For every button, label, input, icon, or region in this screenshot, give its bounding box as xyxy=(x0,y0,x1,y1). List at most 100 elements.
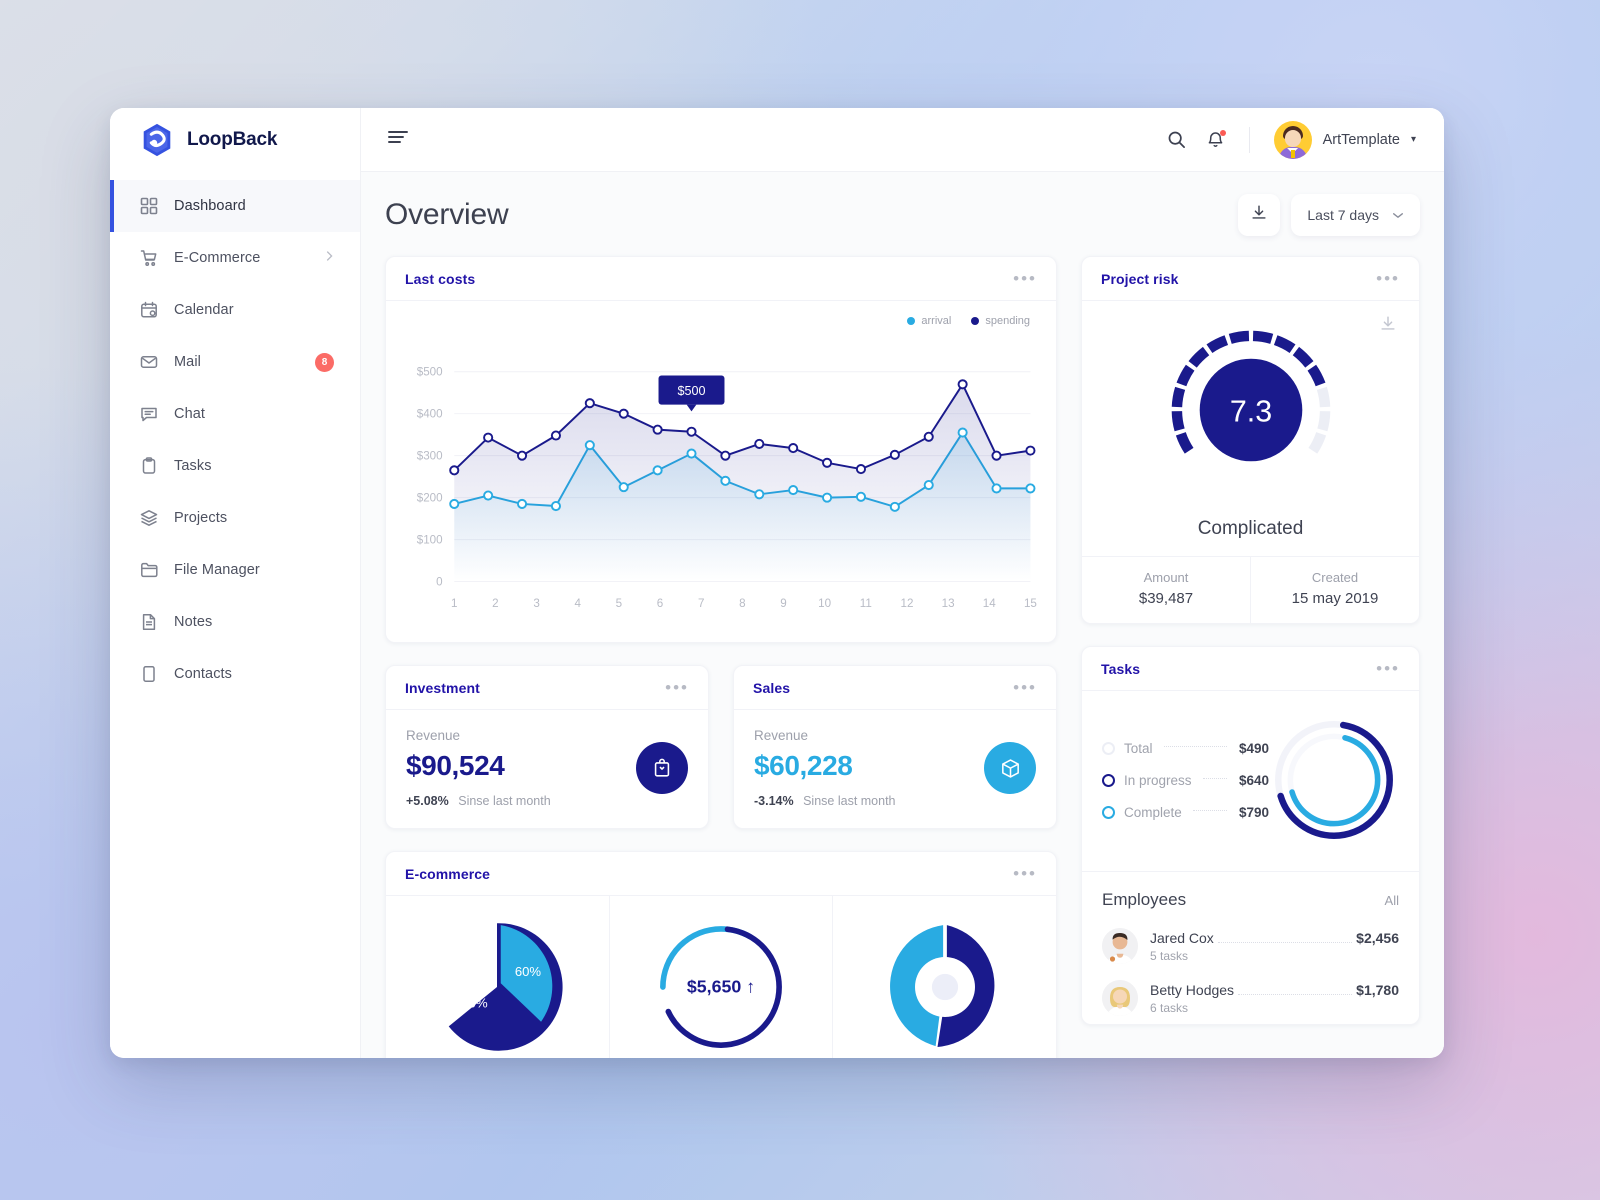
download-icon[interactable] xyxy=(1379,315,1397,338)
page-title: Overview xyxy=(385,198,509,231)
layers-icon xyxy=(140,509,158,527)
chart-tooltip: $500 xyxy=(658,375,725,412)
search-icon[interactable] xyxy=(1167,130,1186,149)
task-label: Complete xyxy=(1124,804,1182,820)
svg-text:$100: $100 xyxy=(417,533,443,546)
page-content: Overview Last 7 days Last costs ••• arri… xyxy=(361,172,1444,1058)
investment-card: Investment ••• Revenue $90,524 +5.08% Si… xyxy=(385,665,709,829)
card-menu-button[interactable]: ••• xyxy=(1376,270,1400,287)
risk-amount: Amount $39,487 xyxy=(1082,557,1250,623)
legend-label: arrival xyxy=(921,315,952,327)
employees-all-link[interactable]: All xyxy=(1385,893,1399,908)
sidebar-nav: Dashboard E-Commerce Calendar Mail 8 Cha… xyxy=(110,172,360,700)
main-area: ArtTemplate ▾ Overview Last 7 days Last … xyxy=(361,108,1444,1058)
brand-logo[interactable]: LoopBack xyxy=(110,108,360,172)
sidebar-item-file-manager[interactable]: File Manager xyxy=(110,544,360,596)
sidebar-item-notes[interactable]: Notes xyxy=(110,596,360,648)
svg-text:10: 10 xyxy=(818,597,831,610)
sidebar-item-label: Tasks xyxy=(174,458,212,474)
sales-card: Sales ••• Revenue $60,228 -3.14% Sinse l… xyxy=(733,665,1057,829)
risk-footer: Amount $39,487 Created 15 may 2019 xyxy=(1082,556,1419,623)
employees-section: Employees All Jared Cox $2,456 5 tasks B… xyxy=(1082,871,1419,1024)
card-menu-button[interactable]: ••• xyxy=(1013,865,1037,882)
card-body: Revenue $90,524 +5.08% Sinse last month xyxy=(386,710,708,828)
svg-text:8: 8 xyxy=(739,597,745,610)
sidebar-item-label: Dashboard xyxy=(174,198,246,214)
divider xyxy=(1248,126,1250,153)
notification-dot xyxy=(1219,130,1226,136)
status-ring xyxy=(1102,805,1115,819)
sidebar-item-dashboard[interactable]: Dashboard xyxy=(110,180,360,232)
user-menu[interactable]: ArtTemplate ▾ xyxy=(1273,120,1416,159)
task-row: Total $490 xyxy=(1102,741,1269,756)
card-menu-button[interactable]: ••• xyxy=(1013,679,1037,696)
kpi-value: $90,524 xyxy=(406,750,505,781)
svg-text:7: 7 xyxy=(698,597,704,610)
kpi-row: Investment ••• Revenue $90,524 +5.08% Si… xyxy=(385,665,1057,829)
employee-tasks: 6 tasks xyxy=(1150,1000,1189,1015)
bell-icon[interactable] xyxy=(1206,130,1226,149)
tasks-donut xyxy=(1275,721,1393,839)
sidebar-item-projects[interactable]: Projects xyxy=(110,492,360,544)
dashboard-grid: Last costs ••• arrival spending $500 $40… xyxy=(385,256,1420,1058)
right-column: Project risk ••• 7.3 Complicated Amount … xyxy=(1081,256,1420,1025)
employee-row[interactable]: Betty Hodges $1,780 6 tasks xyxy=(1082,972,1419,1024)
pie-label-1: 60% xyxy=(515,964,542,979)
chart-legend: arrival spending xyxy=(907,315,1030,327)
hamburger-icon[interactable] xyxy=(387,129,409,150)
sidebar-item-label: File Manager xyxy=(174,562,260,578)
female-avatar xyxy=(1102,980,1138,1016)
card-menu-button[interactable]: ••• xyxy=(1376,660,1400,677)
cart-icon xyxy=(140,249,158,267)
employee-name: Betty Hodges xyxy=(1150,981,1235,998)
svg-text:2: 2 xyxy=(492,597,498,610)
tasks-body: Total $490 In progress $640 Complete $79… xyxy=(1082,691,1419,871)
svg-text:3: 3 xyxy=(533,597,539,610)
card-header: Project risk ••• xyxy=(1082,257,1419,301)
kpi-delta-value: +5.08% xyxy=(406,794,449,808)
topbar: ArtTemplate ▾ xyxy=(361,108,1444,172)
card-header: Sales ••• xyxy=(734,666,1056,710)
ecommerce-donut-cell: arrival spending xyxy=(832,896,1056,1058)
svg-text:$400: $400 xyxy=(417,408,443,421)
risk-score: 7.3 xyxy=(1229,394,1271,428)
task-row: Complete $790 xyxy=(1102,805,1269,820)
sidebar-item-tasks[interactable]: Tasks xyxy=(110,440,360,492)
card-title: Tasks xyxy=(1101,660,1141,677)
date-range-selector[interactable]: Last 7 days xyxy=(1291,194,1420,236)
card-header: Investment ••• xyxy=(386,666,708,710)
sidebar-item-label: E-Commerce xyxy=(174,250,261,266)
card-menu-button[interactable]: ••• xyxy=(665,679,689,696)
card-menu-button[interactable]: ••• xyxy=(1013,270,1037,287)
svg-text:6: 6 xyxy=(657,597,663,610)
pie-label-2: 60% xyxy=(462,996,489,1011)
created-value: 15 may 2019 xyxy=(1291,590,1379,607)
kpi-delta-value: -3.14% xyxy=(754,794,794,808)
card-body: 7.3 Complicated xyxy=(1082,301,1419,556)
box-icon xyxy=(984,742,1036,794)
sidebar: LoopBack Dashboard E-Commerce Calendar M… xyxy=(110,108,361,1058)
sidebar-item-contacts[interactable]: Contacts xyxy=(110,648,360,700)
clipboard-icon xyxy=(140,457,158,475)
chevron-down-icon: ▾ xyxy=(1410,134,1416,145)
folder-icon xyxy=(140,561,158,579)
project-risk-card: Project risk ••• 7.3 Complicated Amount … xyxy=(1081,256,1420,624)
sidebar-item-label: Projects xyxy=(174,510,228,526)
sidebar-item-label: Notes xyxy=(174,614,213,630)
status-ring xyxy=(1102,773,1115,787)
status-ring xyxy=(1102,741,1115,755)
employee-amount: $1,780 xyxy=(1356,981,1399,998)
task-value: $640 xyxy=(1238,772,1269,788)
legend-item-arrival: arrival xyxy=(907,315,951,327)
card-header: Tasks ••• xyxy=(1082,647,1419,691)
hexagon-loop-logo-icon xyxy=(138,121,176,159)
sidebar-item-mail[interactable]: Mail 8 xyxy=(110,336,360,388)
sidebar-item-chat[interactable]: Chat xyxy=(110,388,360,440)
last-costs-chart: arrival spending $500 $400 $300 $200 $100 0 1 2… xyxy=(386,301,1056,642)
kpi-delta-note: Sinse last month xyxy=(803,794,896,808)
employee-tasks: 5 tasks xyxy=(1150,948,1189,963)
employee-row[interactable]: Jared Cox $2,456 5 tasks xyxy=(1082,920,1419,972)
sidebar-item-e-commerce[interactable]: E-Commerce xyxy=(110,232,360,284)
download-button[interactable] xyxy=(1238,194,1281,236)
sidebar-item-calendar[interactable]: Calendar xyxy=(110,284,360,336)
